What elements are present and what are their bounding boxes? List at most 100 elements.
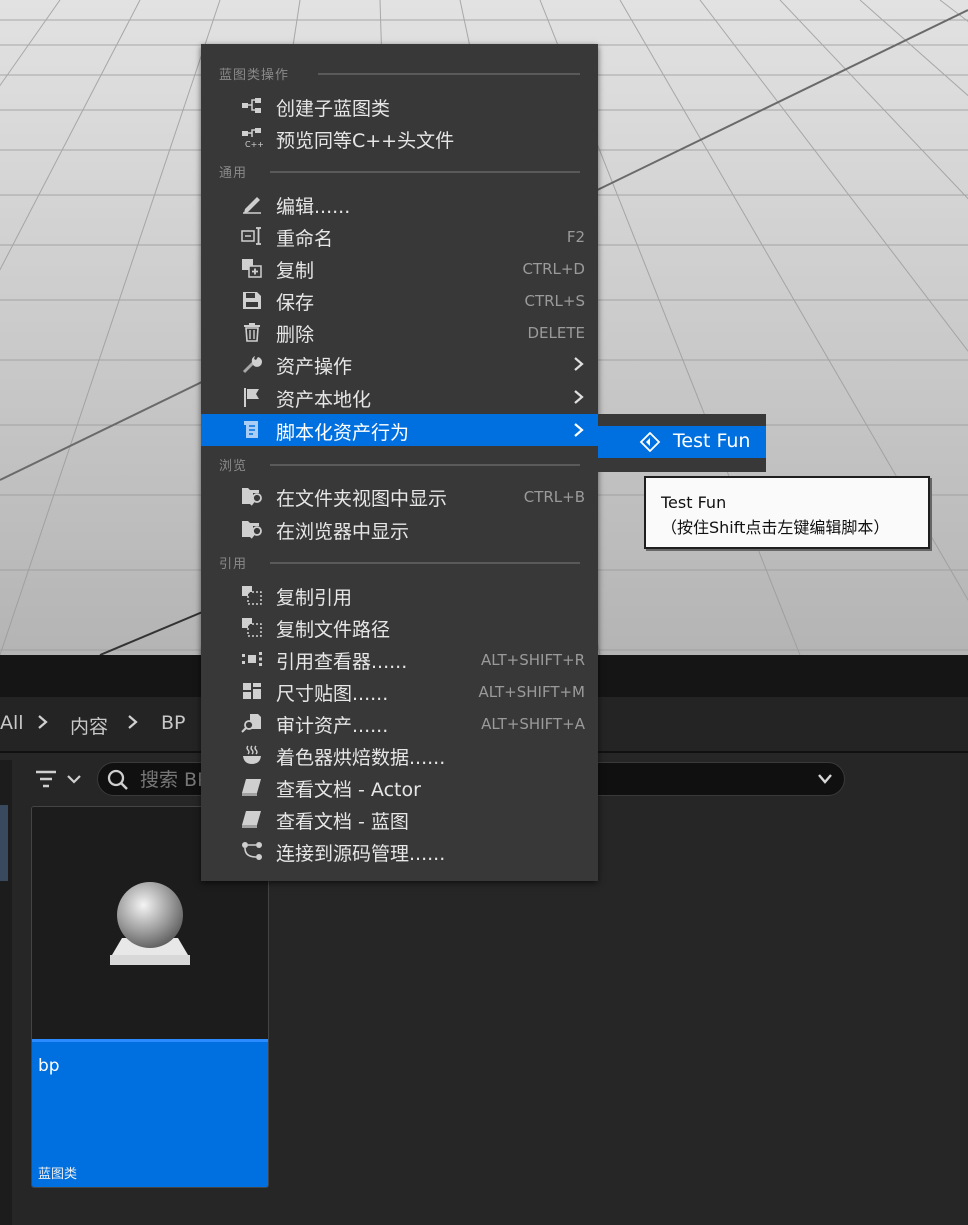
shortcut-text: CTRL+S <box>524 292 585 310</box>
menu-item-label: 查看文档 - 蓝图 <box>276 811 409 833</box>
menu-item-label: 编辑...... <box>276 196 351 218</box>
menu-item-view-docs-actor[interactable]: 查看文档 - Actor <box>201 771 598 803</box>
menu-item-label: 资产操作 <box>276 356 353 378</box>
chevron-right-icon <box>574 390 584 404</box>
menu-item-label: 查看文档 - Actor <box>276 779 421 801</box>
menu-item-save[interactable]: 保存 CTRL+S <box>201 284 598 316</box>
edit-pencil-icon <box>243 197 261 214</box>
menu-item-shader-cook-stats[interactable]: 着色器烘焙数据...... <box>201 739 598 771</box>
filter-icon <box>36 770 81 788</box>
source-control-icon <box>242 842 262 860</box>
shortcut-text: ALT+SHIFT+M <box>478 683 585 701</box>
menu-item-scripted-asset-actions[interactable]: 脚本化资产行为 <box>201 414 598 446</box>
menu-item-label: 复制文件路径 <box>276 619 391 641</box>
menu-item-label: 引用查看器...... <box>276 651 408 673</box>
shortcut-text: ALT+SHIFT+A <box>481 715 585 733</box>
folder-search-icon <box>242 488 262 506</box>
tooltip-title: Test Fun <box>661 493 727 512</box>
menu-item-label: 在文件夹视图中显示 <box>276 488 448 510</box>
breadcrumb-item-all[interactable]: All <box>0 712 24 734</box>
menu-item-label: 在浏览器中显示 <box>276 521 410 543</box>
section-label: 通用 <box>219 166 248 181</box>
breadcrumb-separator-icon <box>36 712 50 737</box>
menu-item-copy-reference[interactable]: 复制引用 <box>201 579 598 611</box>
breadcrumb-item-content[interactable]: 内容 <box>70 712 108 739</box>
section-label: 浏览 <box>219 459 248 474</box>
copy-path-icon <box>242 618 262 637</box>
menu-item-show-in-folder-view[interactable]: 在文件夹视图中显示 CTRL+B <box>201 480 598 512</box>
menu-item-label: 创建子蓝图类 <box>276 98 391 120</box>
rename-icon <box>241 227 261 245</box>
menu-item-copy-file-path[interactable]: 复制文件路径 <box>201 611 598 643</box>
submenu-item-label: Test Fun <box>673 430 751 452</box>
menu-item-preview-cpp-header[interactable]: C++ 预览同等C++头文件 <box>201 122 598 154</box>
asset-type: 蓝图类 <box>38 1167 78 1182</box>
section-divider <box>270 464 580 466</box>
tooltip-hint: （按住Shift点击左键编辑脚本） <box>661 518 890 537</box>
section-label: 引用 <box>219 557 248 572</box>
menu-item-label: 脚本化资产行为 <box>276 422 410 444</box>
tooltip: Test Fun （按住Shift点击左键编辑脚本） <box>644 476 930 549</box>
save-icon <box>243 292 261 309</box>
audit-icon <box>241 714 261 733</box>
sources-panel[interactable] <box>0 760 12 1225</box>
asset-info-panel: bp 蓝图类 <box>32 1039 268 1187</box>
cpp-header-icon: C++ <box>242 128 263 148</box>
copy-reference-icon <box>242 586 262 605</box>
menu-item-label: 尺寸贴图...... <box>276 683 389 705</box>
menu-item-asset-localization[interactable]: 资产本地化 <box>201 381 598 413</box>
filter-button[interactable] <box>32 764 88 794</box>
menu-item-label: 保存 <box>276 292 315 314</box>
shortcut-text: F2 <box>566 228 585 246</box>
reference-viewer-icon <box>242 652 262 666</box>
shortcut-text: CTRL+D <box>522 260 585 278</box>
wrench-icon <box>242 356 262 374</box>
menu-item-delete[interactable]: 删除 DELETE <box>201 316 598 348</box>
menu-item-size-map[interactable]: 尺寸贴图...... ALT+SHIFT+M <box>201 675 598 707</box>
child-blueprint-icon <box>242 98 261 113</box>
scripted-action-icon <box>639 432 661 452</box>
shader-cook-icon <box>243 745 261 764</box>
duplicate-icon <box>242 259 262 278</box>
menu-item-edit[interactable]: 编辑...... <box>201 188 598 220</box>
menu-item-create-child-blueprint[interactable]: 创建子蓝图类 <box>201 90 598 122</box>
breadcrumb-separator-icon <box>126 712 140 737</box>
menu-item-reference-viewer[interactable]: 引用查看器...... ALT+SHIFT+R <box>201 643 598 675</box>
folder-search-icon <box>242 521 262 539</box>
chevron-right-icon <box>574 357 584 371</box>
menu-item-rename[interactable]: 重命名 F2 <box>201 220 598 252</box>
menu-item-label: 着色器烘焙数据...... <box>276 747 446 769</box>
section-label: 蓝图类操作 <box>219 68 290 83</box>
menu-item-audit-assets[interactable]: 审计资产...... ALT+SHIFT+A <box>201 707 598 739</box>
menu-item-duplicate[interactable]: 复制 CTRL+D <box>201 252 598 284</box>
documentation-icon <box>242 779 261 796</box>
search-icon <box>107 769 128 790</box>
menu-item-label: 预览同等C++头文件 <box>276 130 455 152</box>
breadcrumb-item-bp[interactable]: BP <box>161 712 186 734</box>
shortcut-text: DELETE <box>527 324 585 342</box>
section-divider <box>270 562 580 564</box>
section-divider <box>270 171 580 173</box>
script-icon <box>244 421 258 438</box>
menu-item-view-docs-blueprint[interactable]: 查看文档 - 蓝图 <box>201 803 598 835</box>
chevron-down-icon[interactable] <box>816 771 834 787</box>
section-divider <box>318 73 580 75</box>
flag-icon <box>244 388 259 407</box>
section-blueprint-class-actions: 蓝图类操作 <box>201 64 598 84</box>
menu-item-label: 复制 <box>276 260 315 282</box>
menu-item-connect-source-control[interactable]: 连接到源码管理...... <box>201 835 598 867</box>
shortcut-text: ALT+SHIFT+R <box>480 651 585 669</box>
section-general: 通用 <box>201 162 598 182</box>
svg-text:C++: C++ <box>245 140 263 148</box>
selected-folder[interactable] <box>0 805 8 881</box>
scripted-actions-submenu: Test Fun <box>598 414 766 472</box>
context-menu: 蓝图类操作 创建子蓝图类 C++ 预览同等C++头文件 通用 编辑...... <box>201 44 598 881</box>
chevron-right-icon <box>574 423 584 437</box>
menu-item-show-in-explorer[interactable]: 在浏览器中显示 <box>201 513 598 545</box>
menu-item-label: 连接到源码管理...... <box>276 843 446 865</box>
menu-item-asset-actions[interactable]: 资产操作 <box>201 348 598 380</box>
trash-icon <box>244 323 260 342</box>
submenu-item-test-fun[interactable]: Test Fun <box>598 426 766 458</box>
menu-item-label: 重命名 <box>276 228 334 250</box>
section-browse: 浏览 <box>201 455 598 475</box>
